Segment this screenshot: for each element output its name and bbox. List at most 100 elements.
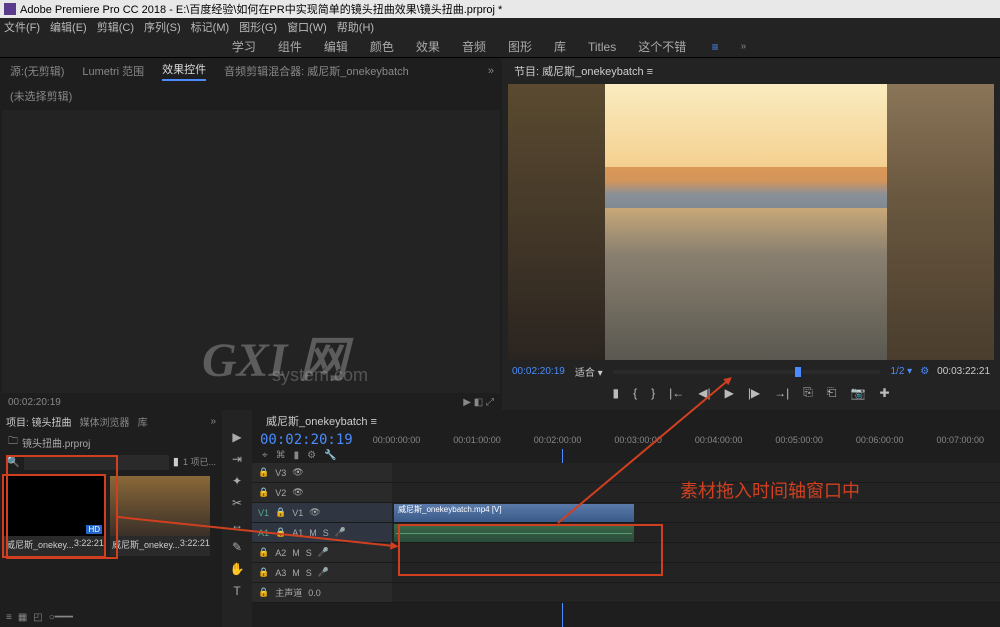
view-list-icon[interactable]: ≡: [6, 612, 12, 623]
clip-video[interactable]: 威尼斯_onekeybatch.mp4 [V]: [394, 504, 634, 522]
btn-export-frame[interactable]: 📷: [851, 386, 866, 400]
timeline-panel: 威尼斯_onekeybatch ≡ 00:02:20:19 00:00:00:0…: [252, 410, 1000, 627]
tools-panel: ▶ ⇥ ✦ ✂ ↔ ✎ ✋ T: [222, 410, 252, 627]
ws-titles[interactable]: Titles: [588, 40, 616, 54]
view-freeform-icon[interactable]: ◰: [33, 612, 42, 623]
title-text: Adobe Premiere Pro CC 2018 - E:\百度经验\如何在…: [20, 1, 502, 17]
tool-slip[interactable]: ↔: [231, 518, 243, 532]
btn-goto-in[interactable]: |←: [669, 386, 684, 400]
menu-help[interactable]: 帮助(H): [337, 19, 374, 35]
tl-snap-icon[interactable]: ⌖: [262, 450, 268, 461]
search-icon[interactable]: 🔍: [6, 455, 20, 470]
workspace-bar: 学习 组件 编辑 颜色 效果 音频 图形 库 Titles 这个不错 ≡ »: [0, 36, 1000, 58]
ws-custom[interactable]: 这个不错 ≡: [638, 38, 718, 55]
ws-audio[interactable]: 音频: [462, 38, 486, 55]
tab-sequence[interactable]: 威尼斯_onekeybatch ≡: [266, 413, 377, 429]
prog-timecode-left: 00:02:20:19: [512, 366, 565, 377]
track-v3[interactable]: 🔒V3👁: [252, 463, 392, 483]
btn-step-back[interactable]: ◀|: [698, 386, 710, 400]
tab-effect-controls[interactable]: 效果控件: [162, 61, 206, 81]
ws-effects[interactable]: 效果: [416, 38, 440, 55]
btn-goto-out[interactable]: →|: [774, 386, 789, 400]
track-v2[interactable]: 🔒V2👁: [252, 483, 392, 503]
ws-overflow-icon[interactable]: »: [741, 41, 747, 52]
menu-edit[interactable]: 编辑(E): [50, 19, 87, 35]
timeline-timecode[interactable]: 00:02:20:19: [260, 432, 353, 448]
timeline-tracks[interactable]: 威尼斯_onekeybatch.mp4 [V]: [392, 463, 1000, 627]
tab-program[interactable]: 节目: 威尼斯_onekeybatch ≡: [514, 63, 653, 79]
tool-razor[interactable]: ✂: [232, 496, 242, 510]
ws-color[interactable]: 颜色: [370, 38, 394, 55]
filter-icon[interactable]: ▮: [173, 455, 179, 470]
tool-hand[interactable]: ✋: [230, 562, 245, 576]
timeline-ruler[interactable]: 00:00:00:0000:01:00:0000:02:00:0000:03:0…: [373, 435, 992, 445]
source-timecode: 00:02:20:19: [8, 397, 61, 408]
tool-ripple[interactable]: ✦: [232, 474, 242, 488]
menu-marker[interactable]: 标记(M): [191, 19, 230, 35]
prog-timecode-right: 00:03:22:21: [937, 366, 990, 377]
btn-marker[interactable]: ▮: [612, 386, 619, 400]
tool-selection[interactable]: ▶: [232, 430, 241, 444]
effect-controls-area: GXI 网 system.com: [2, 110, 500, 393]
source-icons[interactable]: ▶ ◧ ⤢: [463, 397, 494, 408]
program-monitor[interactable]: [508, 84, 994, 360]
app-icon: [4, 3, 16, 15]
tool-type[interactable]: T: [233, 584, 240, 598]
project-item-1[interactable]: HD 威尼斯_onekey...3:22:21: [4, 476, 104, 556]
btn-button-editor[interactable]: ✚: [879, 386, 889, 400]
tl-wrench-icon[interactable]: 🔧: [324, 450, 336, 461]
menu-sequence[interactable]: 序列(S): [144, 19, 181, 35]
program-panel: 节目: 威尼斯_onekeybatch ≡ 00:02:20:19 适合 ▾ 1…: [502, 58, 1000, 410]
btn-step-fwd[interactable]: |▶: [748, 386, 760, 400]
source-panel: 源:(无剪辑) Lumetri 范围 效果控件 音频剪辑混合器: 威尼斯_one…: [0, 58, 502, 410]
prog-settings-icon[interactable]: ⚙: [920, 366, 929, 377]
tab-source[interactable]: 源:(无剪辑): [10, 63, 64, 79]
track-a3[interactable]: 🔒A3MS🎤: [252, 563, 392, 583]
tab-project[interactable]: 项目: 镜头扭曲: [6, 414, 72, 429]
item-count: 1 项已...: [183, 455, 216, 470]
tab-libraries[interactable]: 库: [138, 414, 148, 429]
tab-media-browser[interactable]: 媒体浏览器: [80, 414, 130, 429]
view-icon-icon[interactable]: ▦: [18, 612, 27, 623]
tab-audio-mixer[interactable]: 音频剪辑混合器: 威尼斯_onekeybatch: [224, 63, 409, 79]
bin-icon: 🗀: [8, 434, 18, 451]
btn-out[interactable]: }: [651, 386, 655, 400]
watermark-sub: system.com: [272, 365, 368, 386]
tl-settings-icon[interactable]: ⚙: [307, 450, 316, 461]
tool-track-select[interactable]: ⇥: [232, 452, 242, 466]
tl-marker-icon[interactable]: ▮: [294, 450, 300, 461]
project-item-2[interactable]: 威尼斯_onekey...3:22:21: [110, 476, 210, 556]
btn-play[interactable]: ▶: [725, 386, 734, 400]
menu-clip[interactable]: 剪辑(C): [97, 19, 134, 35]
menu-graphics[interactable]: 图形(G): [239, 19, 277, 35]
project-panel: 项目: 镜头扭曲 媒体浏览器 库 » 🗀 镜头扭曲.prproj 🔍 ▮ 1 项…: [0, 410, 222, 627]
bin-name: 🗀 镜头扭曲.prproj: [0, 432, 222, 453]
ws-graphics[interactable]: 图形: [508, 38, 532, 55]
tool-pen[interactable]: ✎: [232, 540, 242, 554]
menu-file[interactable]: 文件(F): [4, 19, 40, 35]
btn-lift[interactable]: ⎘: [803, 385, 813, 400]
ws-assembly[interactable]: 组件: [278, 38, 302, 55]
zoom-slider[interactable]: ○━━━: [49, 612, 73, 623]
ws-lib[interactable]: 库: [554, 38, 566, 55]
track-v1[interactable]: V1🔒V1👁: [252, 503, 392, 523]
clip-audio[interactable]: [394, 524, 634, 542]
track-master[interactable]: 🔒主声道0.0: [252, 583, 392, 603]
search-input[interactable]: [24, 455, 169, 470]
prog-fit-dropdown[interactable]: 适合 ▾: [575, 364, 603, 379]
menubar: 文件(F) 编辑(E) 剪辑(C) 序列(S) 标记(M) 图形(G) 窗口(W…: [0, 18, 1000, 36]
proj-overflow[interactable]: »: [210, 416, 216, 427]
track-a1[interactable]: A1🔒A1MS🎤: [252, 523, 392, 543]
tl-link-icon[interactable]: ⌘: [276, 450, 286, 461]
ws-learn[interactable]: 学习: [232, 38, 256, 55]
btn-in[interactable]: {: [633, 386, 637, 400]
ws-edit[interactable]: 编辑: [324, 38, 348, 55]
menu-window[interactable]: 窗口(W): [287, 19, 327, 35]
track-a2[interactable]: 🔒A2MS🎤: [252, 543, 392, 563]
panel-menu-icon[interactable]: »: [488, 65, 494, 77]
prog-resolution[interactable]: 1/2 ▾: [890, 366, 912, 377]
btn-extract[interactable]: ⎗: [827, 385, 837, 400]
prog-scrubber[interactable]: [613, 370, 881, 374]
format-badge: HD: [86, 525, 102, 534]
tab-lumetri[interactable]: Lumetri 范围: [82, 63, 144, 79]
